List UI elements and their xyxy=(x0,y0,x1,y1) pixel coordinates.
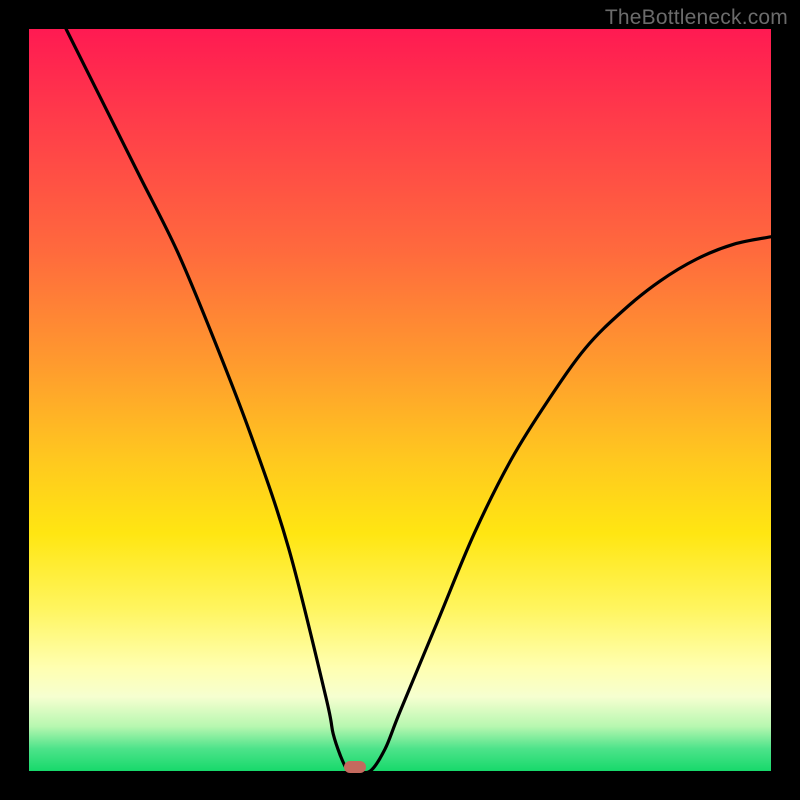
chart-frame: TheBottleneck.com xyxy=(0,0,800,800)
trough-marker xyxy=(344,761,366,773)
watermark-text: TheBottleneck.com xyxy=(605,6,788,30)
plot-area xyxy=(29,29,771,771)
bottleneck-curve xyxy=(29,29,771,771)
